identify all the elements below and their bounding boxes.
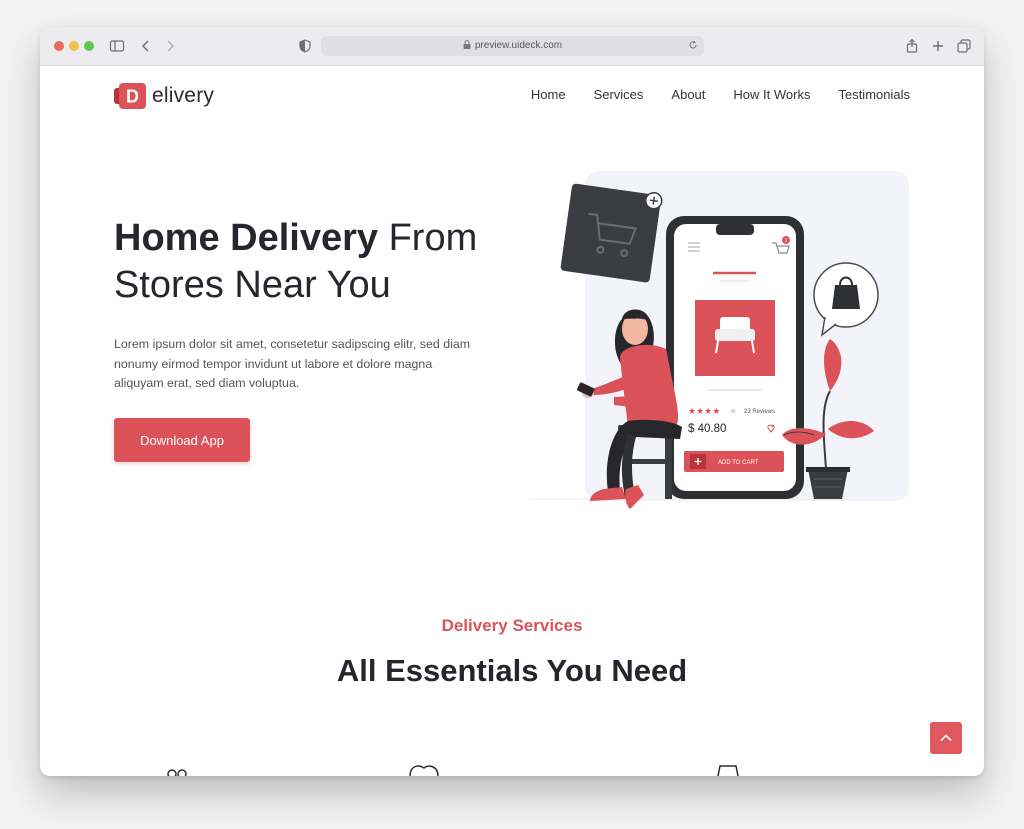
browser-toolbar: preview.uideck.com	[40, 27, 984, 66]
share-icon[interactable]	[904, 38, 920, 54]
sidebar-icon[interactable]	[109, 38, 125, 54]
chevron-right-icon[interactable]	[162, 38, 178, 54]
hero-title-bold: Home Delivery	[114, 217, 379, 259]
chevron-up-icon	[940, 734, 952, 742]
service-icon-left	[167, 769, 187, 776]
browser-window: preview.uideck.com D elivery Home Servic…	[40, 27, 984, 776]
rating-stars: ★★★★	[688, 407, 720, 417]
main-navigation: Home Services About How It Works Testimo…	[531, 87, 910, 102]
nav-item-how-it-works[interactable]: How It Works	[733, 87, 810, 102]
service-icons-peek	[167, 765, 739, 776]
chevron-left-icon[interactable]	[138, 38, 154, 54]
scroll-to-top-button[interactable]	[930, 722, 962, 754]
nav-item-home[interactable]: Home	[531, 87, 566, 102]
url-text: preview.uideck.com	[474, 40, 563, 51]
nav-item-services[interactable]: Services	[594, 87, 644, 102]
shield-icon[interactable]	[297, 38, 313, 54]
svg-text:★: ★	[729, 407, 737, 417]
minimize-window-button[interactable]	[69, 41, 79, 51]
reload-icon[interactable]	[688, 40, 698, 50]
services-title: All Essentials You Need	[336, 653, 688, 688]
service-icon-middle	[409, 765, 439, 776]
cart-card	[560, 183, 663, 283]
hero-title-part-1: From	[388, 217, 478, 259]
lock-icon	[463, 40, 471, 49]
reviews-count: 23 Reviews	[744, 409, 775, 415]
nav-item-about[interactable]: About	[671, 87, 705, 102]
cart-badge: 1	[785, 238, 788, 244]
service-icon-right	[717, 765, 739, 776]
add-to-cart-label: ADD TO CART	[718, 460, 759, 466]
hero-title-part-2: Stores Near You	[114, 264, 391, 306]
phone-mockup: 1 ★★★★ ★ 23 Reviews $ 40.80 ADD TO CART	[666, 216, 804, 499]
download-app-button[interactable]: Download App	[114, 418, 250, 462]
close-window-button[interactable]	[54, 41, 64, 51]
logo-letter: D	[126, 87, 139, 107]
logo-mark: D	[114, 83, 146, 109]
nav-item-testimonials[interactable]: Testimonials	[838, 87, 910, 102]
product-price: $ 40.80	[688, 423, 726, 435]
services-eyebrow: Delivery Services	[441, 616, 583, 635]
address-bar[interactable]: preview.uideck.com	[321, 36, 704, 56]
logo-wordmark: elivery	[152, 84, 215, 107]
hero-title: Home Delivery From Stores Near You	[114, 215, 534, 309]
maximize-window-button[interactable]	[84, 41, 94, 51]
hero-description: Lorem ipsum dolor sit amet, consetetur s…	[114, 337, 471, 390]
tabs-icon[interactable]	[956, 38, 972, 54]
plus-icon[interactable]	[930, 38, 946, 54]
hero-illustration: 1 ★★★★ ★ 23 Reviews $ 40.80 ADD TO CART	[530, 171, 909, 509]
